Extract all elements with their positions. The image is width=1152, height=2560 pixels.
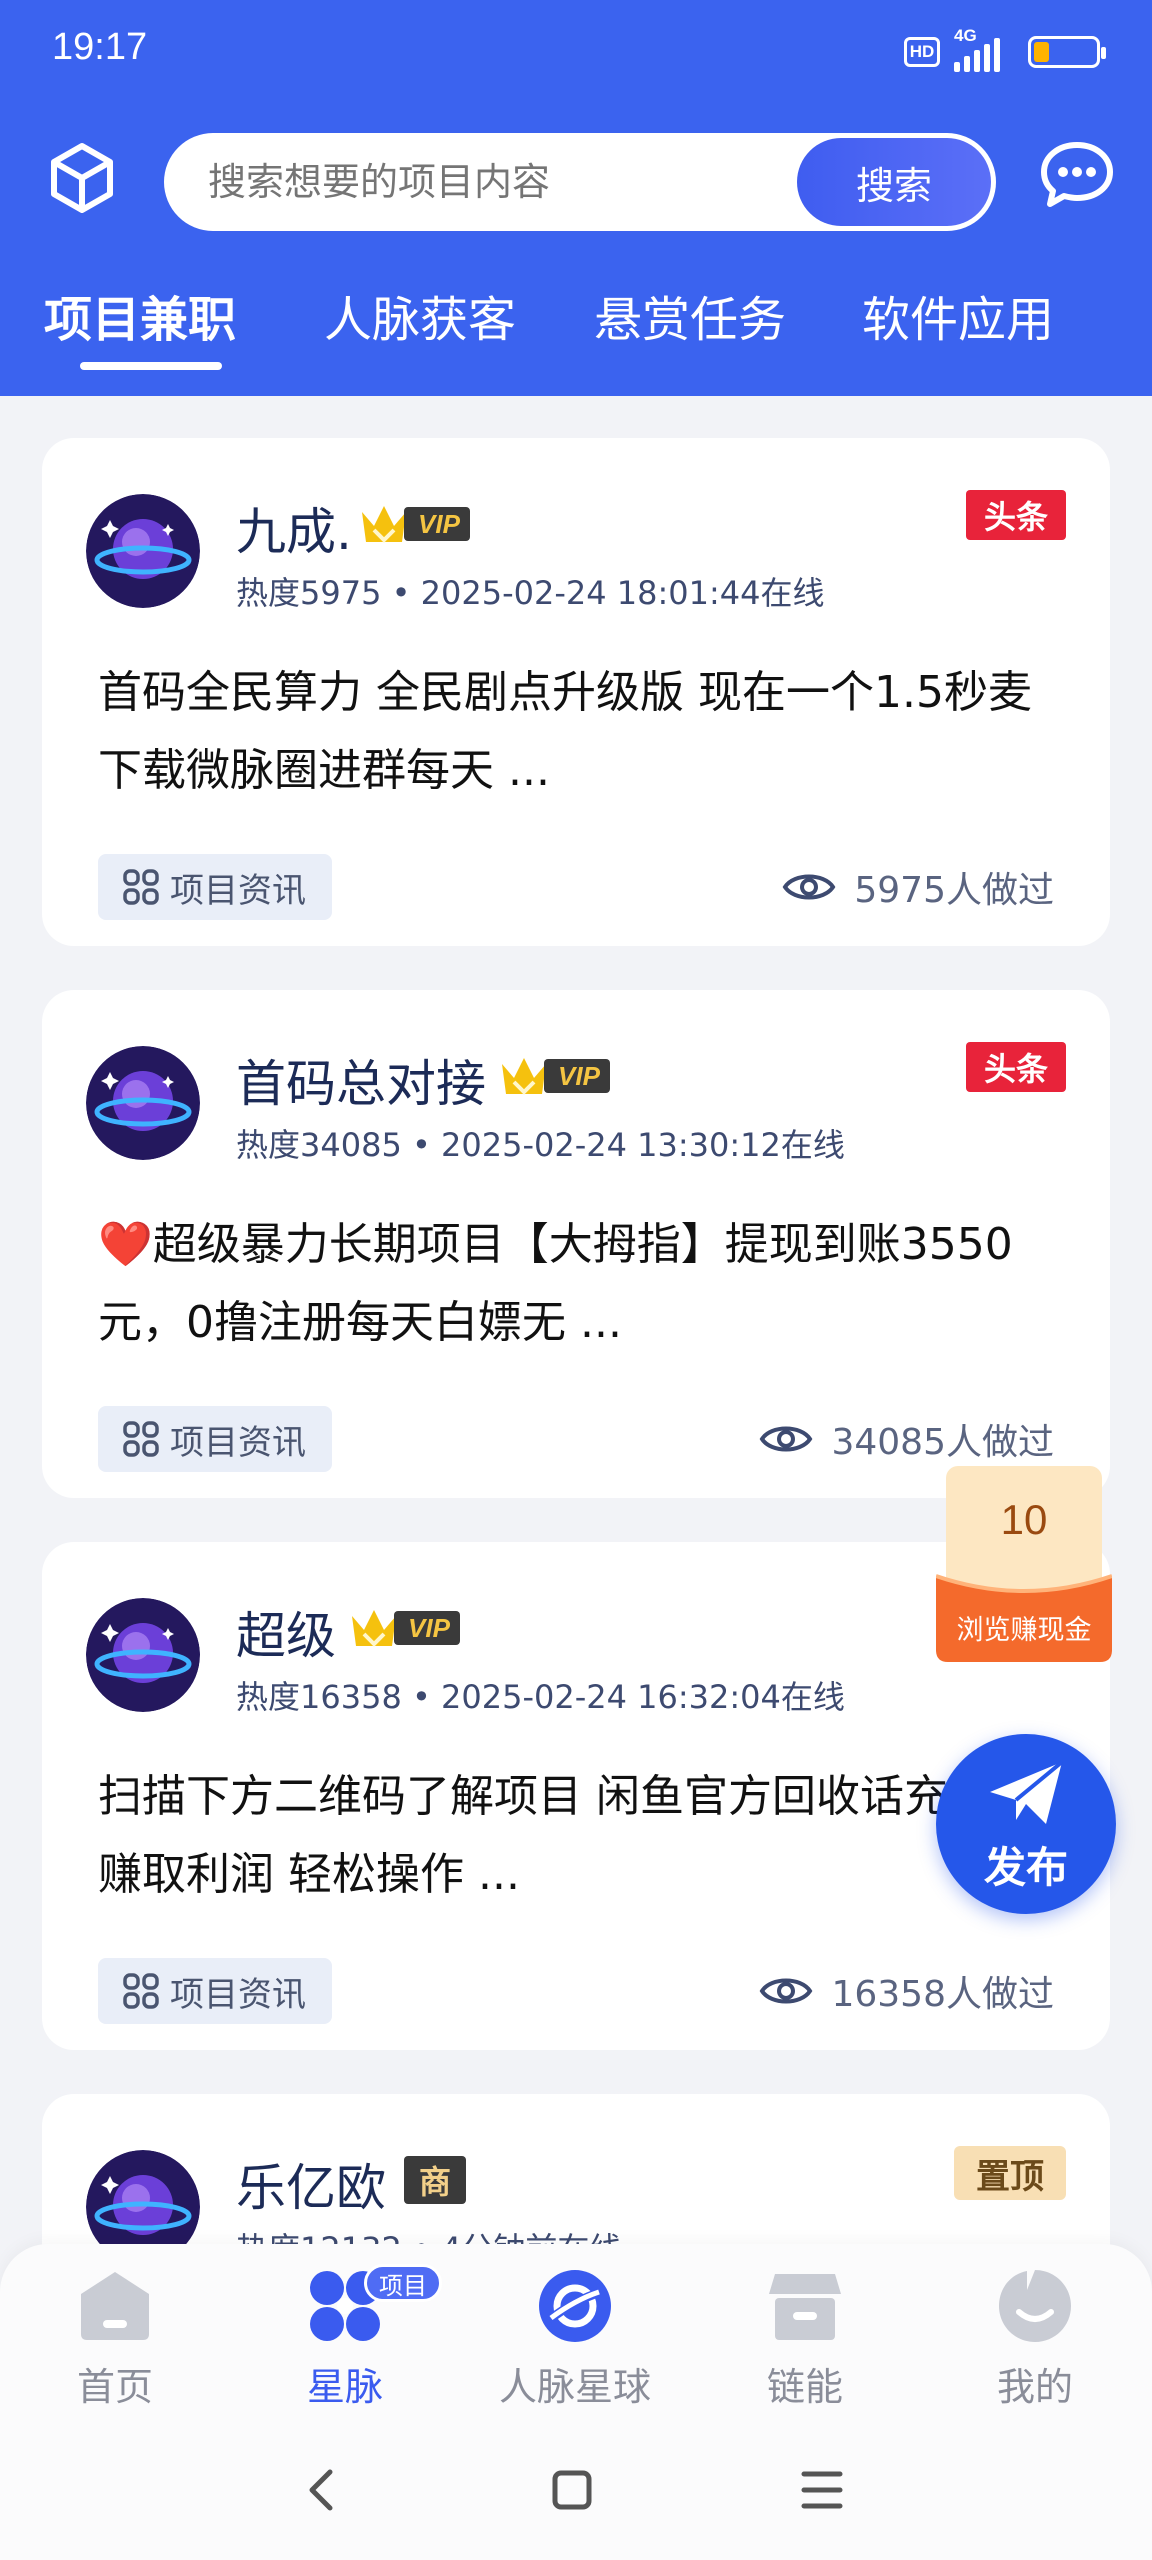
vip-label: VIP (544, 1059, 610, 1093)
avatar[interactable] (86, 1046, 200, 1160)
battery-level (1034, 42, 1049, 62)
crown-icon (352, 1610, 396, 1647)
category-tag[interactable]: 项目资讯 (98, 854, 332, 920)
vip-badge: VIP (358, 500, 470, 548)
post-content[interactable]: 首码全民算力 全民剧点升级版 现在一个1.5秒麦 下载微脉圈进群每天 ... (98, 654, 1058, 810)
store-icon (769, 2274, 841, 2340)
tab-project-parttime[interactable]: 项目兼职 (44, 280, 236, 360)
crown-icon (362, 506, 406, 543)
vip-label: VIP (394, 1611, 460, 1645)
post-content[interactable]: ❤️超级暴力长期项目【大拇指】提现到账3550元，0撸注册每天白嫖无 ... (98, 1206, 1058, 1362)
nav-home[interactable]: 首页 (0, 2244, 230, 2424)
profile-icon (999, 2270, 1071, 2342)
search-button[interactable]: 搜索 (797, 138, 991, 226)
nav-lianneng-label: 链能 (766, 2365, 843, 2409)
reward-count: 10 (1000, 1496, 1048, 1543)
nav-xingmai[interactable]: 项目 星脉 (230, 2244, 460, 2424)
status-indicators: HD 4G (904, 26, 1106, 74)
app-screen: 19:17 HD 4G 搜索 项目兼职 (0, 0, 1152, 2560)
view-count-label: 34085人做过 (831, 1422, 1054, 1463)
post-meta: 热度5975 • 2025-02-24 18:01:44在线 (236, 574, 825, 612)
merchant-badge: 商 (404, 2156, 466, 2204)
category-label: 项目资讯 (170, 1974, 306, 2015)
status-bar: 19:17 HD 4G (0, 0, 1152, 100)
post-content[interactable]: 扫描下方二维码了解项目 闲鱼官方回收话充值卡赚取利润 轻松操作 ... (98, 1758, 1058, 1914)
grid-icon (123, 1421, 159, 1457)
post-card[interactable]: 九成. VIP 热度5975 • 2025-02-24 18:01:44在线 头… (42, 438, 1110, 946)
tab-software-apps[interactable]: 软件应用 (862, 280, 1054, 360)
publish-label: 发布 (983, 1843, 1068, 1892)
author-name[interactable]: 乐亿欧 (236, 2148, 386, 2220)
search-bar: 搜索 (164, 133, 996, 231)
hd-icon: HD (904, 37, 940, 67)
network-label: 4G (954, 26, 977, 45)
heart-icon: ❤️ (98, 1219, 153, 1270)
post-meta: 热度16358 • 2025-02-24 16:32:04在线 (236, 1678, 845, 1716)
nav-profile-label: 我的 (996, 2365, 1073, 2409)
view-count: 16358人做过 (759, 1958, 1054, 2024)
nav-project-badge: 项目 (364, 2264, 442, 2302)
view-count: 5975人做过 (782, 854, 1054, 920)
vip-label: VIP (404, 507, 470, 541)
headline-tag: 头条 (966, 1042, 1066, 1092)
reward-label: 浏览赚现金 (956, 1615, 1092, 1646)
system-nav-bar (0, 2424, 1152, 2560)
avatar[interactable] (86, 1598, 200, 1712)
eye-icon (760, 1426, 813, 1452)
search-input[interactable] (208, 133, 768, 231)
crown-icon (502, 1058, 546, 1095)
post-content-text: 超级暴力长期项目【大拇指】提现到账3550元，0撸注册每天白嫖无 ... (98, 1219, 1013, 1348)
home-icon (81, 2272, 149, 2340)
pinned-tag: 置顶 (954, 2146, 1066, 2200)
browse-reward-widget[interactable]: 10 浏览赚现金 (936, 1466, 1112, 1662)
view-count: 34085人做过 (759, 1406, 1054, 1472)
category-tag[interactable]: 项目资讯 (98, 1958, 332, 2024)
signal-icon: 4G (954, 26, 1014, 72)
headline-tag: 头条 (966, 490, 1066, 540)
eye-icon (782, 874, 836, 900)
battery-icon (1028, 36, 1106, 68)
author-name[interactable]: 首码总对接 (236, 1044, 486, 1116)
nav-contact-planet[interactable]: 人脉星球 (460, 2244, 690, 2424)
planet-icon (539, 2270, 611, 2342)
message-icon[interactable] (1040, 140, 1114, 210)
nav-lianneng[interactable]: 链能 (690, 2244, 920, 2424)
tab-bounty-tasks[interactable]: 悬赏任务 (594, 280, 786, 360)
category-tag[interactable]: 项目资讯 (98, 1406, 332, 1472)
category-label: 项目资讯 (170, 870, 306, 911)
grid-icon (123, 869, 159, 905)
nav-xingmai-label: 星脉 (306, 2365, 383, 2409)
author-name[interactable]: 九成. (236, 492, 352, 564)
status-time: 19:17 (52, 26, 148, 68)
bottom-nav: 首页 项目 星脉 人脉星球 链能 我的 (0, 2244, 1152, 2424)
grid-icon (123, 1973, 159, 2009)
category-label: 项目资讯 (170, 1422, 306, 1463)
back-icon[interactable] (292, 2460, 352, 2520)
home-square-icon[interactable] (542, 2460, 602, 2520)
menu-icon[interactable] (792, 2460, 852, 2520)
active-tab-indicator (80, 362, 222, 370)
vip-badge: VIP (348, 1604, 460, 1652)
post-card[interactable]: 首码总对接 VIP 热度34085 • 2025-02-24 13:30:12在… (42, 990, 1110, 1498)
post-meta: 热度34085 • 2025-02-24 13:30:12在线 (236, 1126, 845, 1164)
tab-contacts[interactable]: 人脉获客 (324, 280, 516, 360)
author-name[interactable]: 超级 (236, 1596, 336, 1668)
nav-profile[interactable]: 我的 (920, 2244, 1150, 2424)
header: 19:17 HD 4G 搜索 项目兼职 (0, 0, 1152, 396)
publish-button[interactable]: 发布 (936, 1734, 1116, 1914)
nav-home-label: 首页 (76, 2365, 153, 2409)
vip-badge: VIP (498, 1052, 610, 1100)
nav-contact-planet-label: 人脉星球 (498, 2365, 651, 2409)
paper-plane-icon (990, 1760, 1064, 1824)
avatar[interactable] (86, 494, 200, 608)
view-count-label: 16358人做过 (831, 1974, 1054, 2015)
eye-icon (760, 1978, 813, 2004)
view-count-label: 5975人做过 (854, 870, 1054, 911)
cube-logo-icon[interactable] (46, 142, 118, 214)
